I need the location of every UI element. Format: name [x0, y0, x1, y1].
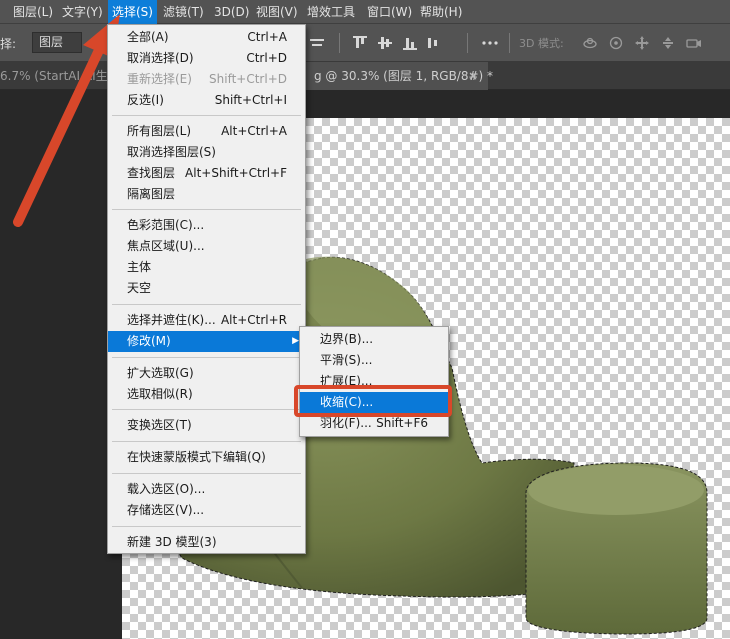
align-icon[interactable]	[309, 35, 325, 51]
menu-type[interactable]: 文字(Y)	[62, 0, 103, 24]
menu-item-deselect-layers[interactable]: 取消选择图层(S)	[108, 142, 305, 163]
3d-mode-label: 3D 模式:	[519, 37, 564, 50]
submenu-item-smooth[interactable]: 平滑(S)...	[300, 350, 448, 371]
3d-roll-icon[interactable]	[608, 35, 624, 51]
menu-item-sky[interactable]: 天空	[108, 278, 305, 299]
options-divider	[509, 33, 510, 53]
submenu-arrow-icon: ▶	[292, 336, 299, 346]
auto-select-target[interactable]: 图层	[32, 32, 82, 53]
menu-separator	[112, 357, 301, 358]
menu-item-subject[interactable]: 主体	[108, 257, 305, 278]
3d-slide-icon[interactable]	[660, 35, 676, 51]
menu-item-grow[interactable]: 扩大选取(G)	[108, 363, 305, 384]
menu-bar: 图层(L) 文字(Y) 选择(S) 滤镜(T) 3D(D) 视图(V) 增效工具…	[0, 0, 730, 24]
3d-pan-icon[interactable]	[634, 35, 650, 51]
tab-document-startai[interactable]: 6.7% (StartAI AI生成	[0, 62, 120, 90]
menu-plugins[interactable]: 增效工具	[307, 0, 355, 24]
menu-item-quick-mask[interactable]: 在快速蒙版模式下编辑(Q)	[108, 447, 305, 468]
menu-help[interactable]: 帮助(H)	[420, 0, 462, 24]
align-top-icon[interactable]	[352, 35, 368, 51]
menu-item-new-3d-model[interactable]: 新建 3D 模型(3)	[108, 532, 305, 553]
options-divider	[339, 33, 340, 53]
menu-item-inverse[interactable]: 反选(I) Shift+Ctrl+I	[108, 90, 305, 111]
align-vcenter-icon[interactable]	[377, 35, 393, 51]
menu-separator	[112, 304, 301, 305]
menu-item-color-range[interactable]: 色彩范围(C)...	[108, 215, 305, 236]
3d-orbit-icon[interactable]	[582, 35, 598, 51]
options-divider	[467, 33, 468, 53]
menu-view[interactable]: 视图(V)	[256, 0, 298, 24]
menu-separator	[112, 209, 301, 210]
menu-item-all-layers[interactable]: 所有图层(L) Alt+Ctrl+A	[108, 121, 305, 142]
distribute-icon[interactable]	[427, 35, 443, 51]
menu-separator	[112, 441, 301, 442]
menu-item-transform-selection[interactable]: 变换选区(T)	[108, 415, 305, 436]
menu-layer[interactable]: 图层(L)	[13, 0, 53, 24]
submenu-item-border[interactable]: 边界(B)...	[300, 329, 448, 350]
menu-filter[interactable]: 滤镜(T)	[163, 0, 204, 24]
select-menu: 全部(A) Ctrl+A 取消选择(D) Ctrl+D 重新选择(E) Shift+C…	[107, 24, 306, 554]
menu-item-select-and-mask[interactable]: 选择并遮住(K)... Alt+Ctrl+R	[108, 310, 305, 331]
menu-item-focus-area[interactable]: 焦点区域(U)...	[108, 236, 305, 257]
menu-separator	[112, 526, 301, 527]
menu-item-find-layers[interactable]: 查找图层 Alt+Shift+Ctrl+F	[108, 163, 305, 184]
menu-item-modify[interactable]: 修改(M) ▶	[108, 331, 305, 352]
3d-camera-icon[interactable]	[686, 35, 702, 51]
menu-window[interactable]: 窗口(W)	[367, 0, 412, 24]
close-icon[interactable]: ×	[468, 62, 478, 90]
menu-item-reselect: 重新选择(E) Shift+Ctrl+D	[127, 72, 287, 86]
menu-item-isolate-layers[interactable]: 隔离图层	[108, 184, 305, 205]
menu-select[interactable]: 选择(S)	[108, 0, 157, 24]
more-icon[interactable]	[481, 35, 499, 51]
align-bottom-icon[interactable]	[402, 35, 418, 51]
menu-separator	[112, 115, 301, 116]
modify-submenu: 边界(B)... 平滑(S)... 扩展(E)... 收缩(C)... 羽化(F…	[299, 326, 449, 437]
menu-separator	[112, 473, 301, 474]
menu-3d[interactable]: 3D(D)	[214, 0, 249, 24]
menu-item-save-selection[interactable]: 存储选区(V)...	[108, 500, 305, 521]
ottoman-top	[528, 465, 704, 515]
tab-title: g @ 30.3% (图层 1, RGB/8#) *	[314, 69, 494, 83]
menu-separator	[112, 409, 301, 410]
auto-select-label: 择:	[0, 37, 17, 51]
menu-item-select-all[interactable]: 全部(A) Ctrl+A	[108, 27, 305, 48]
annotation-highlight-box	[294, 385, 452, 417]
menu-item-deselect[interactable]: 取消选择(D) Ctrl+D	[108, 48, 305, 69]
menu-item-similar[interactable]: 选取相似(R)	[108, 384, 305, 405]
menu-item-load-selection[interactable]: 载入选区(O)...	[108, 479, 305, 500]
